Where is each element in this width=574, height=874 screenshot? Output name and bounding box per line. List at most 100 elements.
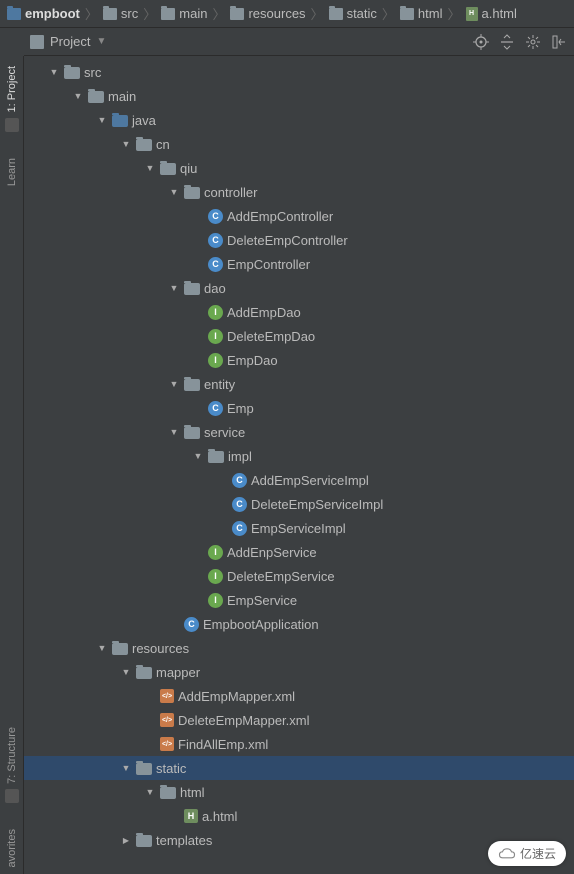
tree-node[interactable]: IAddEnpService bbox=[24, 540, 574, 564]
structure-tab[interactable]: 7: Structure bbox=[6, 721, 18, 790]
tree-node-label: controller bbox=[204, 185, 257, 200]
folder-icon bbox=[136, 667, 152, 679]
tree-node[interactable]: dao bbox=[24, 276, 574, 300]
folder-icon bbox=[112, 115, 128, 127]
tree-node-label: service bbox=[204, 425, 245, 440]
folder-icon bbox=[184, 283, 200, 295]
folder-icon bbox=[88, 91, 104, 103]
tree-node[interactable]: </>AddEmpMapper.xml bbox=[24, 684, 574, 708]
hide-icon[interactable] bbox=[550, 33, 568, 51]
dropdown-icon[interactable]: ▼ bbox=[96, 36, 106, 47]
tree-node[interactable]: IEmpDao bbox=[24, 348, 574, 372]
expand-arrow-icon[interactable] bbox=[120, 667, 132, 678]
folder-icon bbox=[103, 8, 117, 20]
expand-arrow-icon[interactable] bbox=[120, 139, 132, 150]
breadcrumb-item[interactable]: html bbox=[397, 6, 446, 21]
folder-icon bbox=[230, 8, 244, 20]
tree-node-label: src bbox=[84, 65, 101, 80]
tree-node-label: DeleteEmpServiceImpl bbox=[251, 497, 383, 512]
tree-node[interactable]: </>DeleteEmpMapper.xml bbox=[24, 708, 574, 732]
tree-node[interactable]: CEmpbootApplication bbox=[24, 612, 574, 636]
gutter-icon-2[interactable] bbox=[5, 789, 19, 803]
expand-arrow-icon[interactable] bbox=[48, 67, 60, 78]
xml-file-icon: </> bbox=[160, 713, 174, 727]
tree-node[interactable]: qiu bbox=[24, 156, 574, 180]
tree-node[interactable]: java bbox=[24, 108, 574, 132]
tree-node[interactable]: service bbox=[24, 420, 574, 444]
tree-node[interactable]: CAddEmpController bbox=[24, 204, 574, 228]
tree-node[interactable]: entity bbox=[24, 372, 574, 396]
tree-node[interactable]: </>FindAllEmp.xml bbox=[24, 732, 574, 756]
breadcrumb-item[interactable]: src bbox=[100, 6, 141, 21]
tree-node-label: Emp bbox=[227, 401, 254, 416]
tree-node[interactable]: CDeleteEmpServiceImpl bbox=[24, 492, 574, 516]
tree-node[interactable]: IAddEmpDao bbox=[24, 300, 574, 324]
tree-node[interactable]: CEmp bbox=[24, 396, 574, 420]
tree-node-label: resources bbox=[132, 641, 189, 656]
java-interface-icon: I bbox=[208, 329, 223, 344]
expand-arrow-icon[interactable] bbox=[192, 451, 204, 462]
tree-node[interactable]: resources bbox=[24, 636, 574, 660]
breadcrumb-item[interactable]: empboot bbox=[4, 6, 83, 21]
project-title[interactable]: Project bbox=[50, 34, 90, 49]
breadcrumb-label: src bbox=[121, 6, 138, 21]
tree-node[interactable]: CAddEmpServiceImpl bbox=[24, 468, 574, 492]
tree-node[interactable]: html bbox=[24, 780, 574, 804]
expand-arrow-icon[interactable] bbox=[144, 163, 156, 174]
html-file-icon: H bbox=[466, 7, 478, 21]
breadcrumb-item[interactable]: main bbox=[158, 6, 210, 21]
java-class-icon: C bbox=[208, 233, 223, 248]
learn-tab[interactable]: Learn bbox=[6, 152, 18, 192]
tree-node[interactable]: IDeleteEmpDao bbox=[24, 324, 574, 348]
tree-node[interactable]: IDeleteEmpService bbox=[24, 564, 574, 588]
tree-node[interactable]: impl bbox=[24, 444, 574, 468]
breadcrumb-item[interactable]: Ha.html bbox=[463, 6, 520, 21]
expand-arrow-icon[interactable] bbox=[96, 115, 108, 126]
tree-node[interactable]: IEmpService bbox=[24, 588, 574, 612]
expand-arrow-icon[interactable] bbox=[168, 379, 180, 390]
expand-icon[interactable] bbox=[498, 33, 516, 51]
tree-node[interactable]: main bbox=[24, 84, 574, 108]
locate-icon[interactable] bbox=[472, 33, 490, 51]
java-interface-icon: I bbox=[208, 593, 223, 608]
tree-node[interactable]: mapper bbox=[24, 660, 574, 684]
tree-node-label: main bbox=[108, 89, 136, 104]
breadcrumb-item[interactable]: static bbox=[326, 6, 380, 21]
expand-arrow-icon[interactable] bbox=[168, 283, 180, 294]
expand-arrow-icon[interactable] bbox=[120, 835, 132, 846]
java-class-icon: C bbox=[232, 473, 247, 488]
project-tab[interactable]: 1: Project bbox=[6, 60, 18, 118]
expand-arrow-icon[interactable] bbox=[168, 427, 180, 438]
project-tree[interactable]: srcmainjavacnqiucontrollerCAddEmpControl… bbox=[24, 56, 574, 874]
expand-arrow-icon[interactable] bbox=[144, 787, 156, 798]
gutter-icon[interactable] bbox=[5, 118, 19, 132]
tree-node[interactable]: src bbox=[24, 60, 574, 84]
tree-node-label: java bbox=[132, 113, 156, 128]
tree-node[interactable]: controller bbox=[24, 180, 574, 204]
favorites-tab[interactable]: avorites bbox=[6, 823, 18, 874]
expand-arrow-icon[interactable] bbox=[72, 91, 84, 102]
tree-node[interactable]: CEmpController bbox=[24, 252, 574, 276]
html-file-icon: H bbox=[184, 809, 198, 823]
breadcrumb-label: main bbox=[179, 6, 207, 21]
tree-node[interactable]: CEmpServiceImpl bbox=[24, 516, 574, 540]
folder-icon bbox=[184, 427, 200, 439]
expand-arrow-icon[interactable] bbox=[168, 187, 180, 198]
tree-node[interactable]: cn bbox=[24, 132, 574, 156]
gear-icon[interactable] bbox=[524, 33, 542, 51]
folder-icon bbox=[160, 787, 176, 799]
chevron-right-icon: 〉 bbox=[309, 4, 326, 23]
chevron-right-icon: 〉 bbox=[445, 4, 462, 23]
folder-icon bbox=[160, 163, 176, 175]
tree-node[interactable]: static bbox=[24, 756, 574, 780]
tree-node[interactable]: Ha.html bbox=[24, 804, 574, 828]
expand-arrow-icon[interactable] bbox=[120, 763, 132, 774]
folder-icon bbox=[184, 187, 200, 199]
breadcrumb-item[interactable]: resources bbox=[227, 6, 308, 21]
java-interface-icon: I bbox=[208, 545, 223, 560]
tree-node-label: AddEmpController bbox=[227, 209, 333, 224]
folder-icon bbox=[112, 643, 128, 655]
tree-node-label: entity bbox=[204, 377, 235, 392]
tree-node[interactable]: CDeleteEmpController bbox=[24, 228, 574, 252]
expand-arrow-icon[interactable] bbox=[96, 643, 108, 654]
